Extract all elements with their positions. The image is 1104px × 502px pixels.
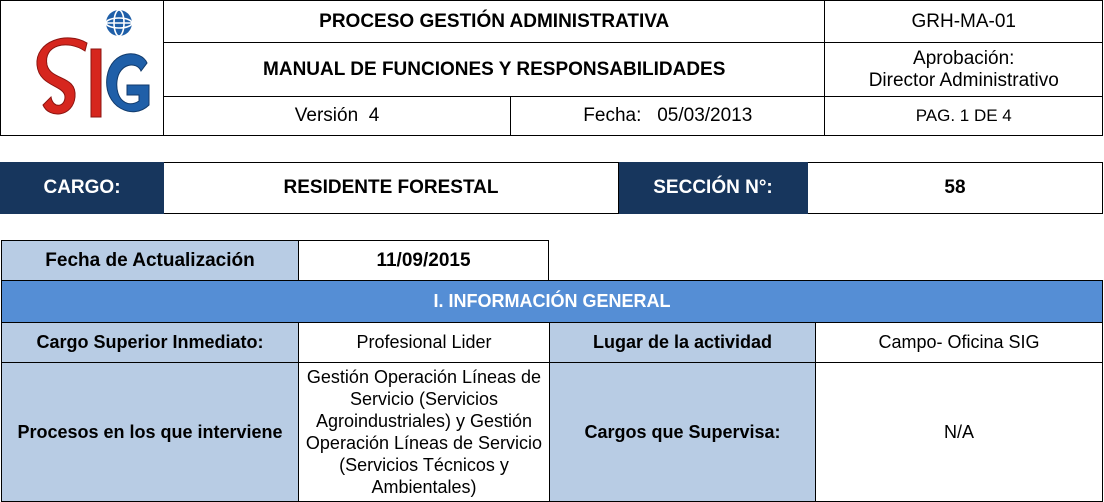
superior-value: Profesional Lider — [298, 322, 550, 363]
update-date-label: Fecha de Actualización — [1, 240, 299, 282]
manual-title: MANUAL DE FUNCIONES Y RESPONSABILIDADES — [162, 42, 826, 97]
date-label: Fecha: — [583, 104, 642, 126]
place-label: Lugar de la actividad — [549, 322, 816, 363]
document-code: GRH-MA-01 — [824, 0, 1103, 44]
general-info-table: I. INFORMACIÓN GENERAL Cargo Superior In… — [1, 280, 1103, 502]
approval: Aprobación: Director Administrativo — [824, 42, 1103, 97]
supervises-label: Cargos que Supervisa: — [549, 362, 816, 502]
section-label: SECCIÓN N°: — [618, 162, 808, 214]
update-date-table: Fecha de Actualización 11/09/2015 — [1, 240, 549, 282]
supervises-value: N/A — [815, 362, 1103, 502]
page-number: PAG. 1 DE 4 — [824, 95, 1103, 137]
section-value: 58 — [807, 162, 1103, 214]
place-value: Campo- Oficina SIG — [815, 322, 1103, 363]
version-label: Versión — [294, 104, 359, 126]
cargo-label: CARGO: — [0, 162, 164, 214]
date: Fecha: 05/03/2013 — [510, 95, 826, 137]
document-header: PROCESO GESTIÓN ADMINISTRATIVA GRH-MA-01… — [0, 0, 1103, 137]
general-info-heading: I. INFORMACIÓN GENERAL — [1, 280, 1103, 323]
approval-value: Director Administrativo — [868, 69, 1059, 91]
processes-value: Gestión Operación Líneas de Servicio (Se… — [298, 362, 550, 502]
sig-logo — [0, 0, 164, 136]
cargo-bar: CARGO: RESIDENTE FORESTAL SECCIÓN N°: 58 — [0, 162, 1103, 214]
update-date-value: 11/09/2015 — [298, 240, 549, 282]
processes-label: Procesos en los que interviene — [1, 362, 299, 502]
version: Versión 4 — [162, 95, 512, 137]
cargo-value: RESIDENTE FORESTAL — [163, 162, 619, 214]
approval-label: Aprobación: — [913, 47, 1015, 69]
sig-logo-icon — [36, 9, 150, 118]
process-title: PROCESO GESTIÓN ADMINISTRATIVA — [162, 0, 826, 44]
version-value: 4 — [368, 104, 380, 126]
date-value: 05/03/2013 — [657, 104, 753, 126]
superior-label: Cargo Superior Inmediato: — [1, 322, 299, 363]
